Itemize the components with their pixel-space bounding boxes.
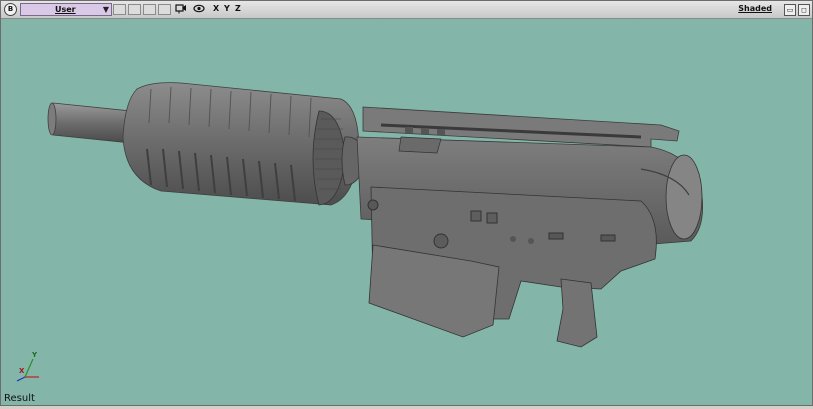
rifle-model xyxy=(16,82,704,382)
camera-icon[interactable] xyxy=(175,3,187,14)
axis-y-toggle[interactable]: Y xyxy=(224,3,230,15)
viewport-titlebar: B User ▼ X Y Z Shaded ▭ ◻ xyxy=(1,1,812,19)
gizmo-y-label: Y xyxy=(32,351,38,359)
panel-slot-1[interactable] xyxy=(113,4,126,15)
chevron-down-icon: ▼ xyxy=(102,5,109,14)
panel-slot-3[interactable] xyxy=(143,4,156,15)
result-label: Result xyxy=(4,393,35,404)
viewport-menu-button[interactable]: B xyxy=(4,3,17,16)
maximize-icon[interactable]: ◻ xyxy=(798,4,810,16)
eye-icon[interactable] xyxy=(193,3,205,14)
3d-viewport[interactable]: Y X xyxy=(1,19,812,405)
restore-icon[interactable]: ▭ xyxy=(784,4,796,16)
axis-z-toggle[interactable]: Z xyxy=(235,3,241,15)
camera-label: User xyxy=(55,5,76,14)
gizmo-x-label: X xyxy=(19,367,25,375)
panel-slot-4[interactable] xyxy=(158,4,171,15)
display-mode-menu[interactable]: Shaded xyxy=(738,3,772,15)
panel-slot-2[interactable] xyxy=(128,4,141,15)
viewport-window: B User ▼ X Y Z Shaded ▭ ◻ Y X Result xyxy=(0,0,813,406)
axis-x-toggle[interactable]: X xyxy=(213,3,219,15)
camera-selector[interactable]: User ▼ xyxy=(20,3,112,16)
